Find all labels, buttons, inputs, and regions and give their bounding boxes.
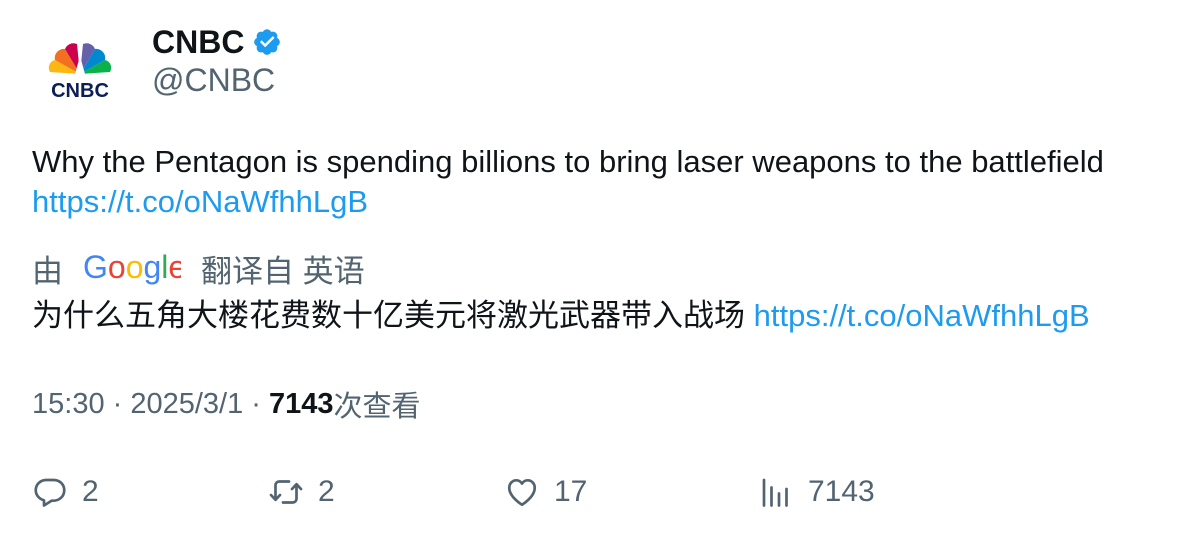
retweet-count: 2: [318, 475, 335, 508]
translation-attribution: 由 Google 翻译自 英语: [32, 248, 365, 289]
reply-icon: [34, 478, 66, 507]
views-count: 7143: [808, 475, 875, 508]
translated-tweet-link[interactable]: https://t.co/oNaWfhhLgB: [754, 298, 1090, 333]
author-handle[interactable]: @CNBC: [152, 62, 275, 99]
meta-views-label: 次查看: [333, 391, 421, 423]
tweet-text: Why the Pentagon is spending billions to…: [32, 142, 1172, 222]
translated-from-label: 翻译自 英语: [201, 253, 365, 289]
like-count: 17: [554, 475, 588, 508]
retweet-button[interactable]: 2: [268, 470, 335, 514]
analytics-icon: [762, 478, 788, 507]
tweet-time[interactable]: 15:30: [32, 388, 105, 421]
heart-icon: [507, 478, 537, 507]
translated-by-label: 由: [32, 253, 63, 289]
tweet-actions: 2 2 17 7143: [0, 470, 1196, 514]
author-name-row: CNBC: [152, 22, 282, 62]
reply-button[interactable]: 2: [32, 470, 99, 514]
retweet-icon: [269, 480, 303, 504]
tweet-meta: 15:30 · 2025/3/1 · 7143 次查看: [32, 384, 421, 424]
cnbc-peacock-logo: CNBC: [48, 43, 112, 102]
google-logo-text: Google: [83, 251, 181, 285]
google-logo: Google: [83, 251, 181, 285]
translated-tweet-text: 为什么五角大楼花费数十亿美元将激光武器带入战场 https://t.co/oNa…: [32, 296, 1172, 336]
views-button[interactable]: 7143: [758, 470, 875, 514]
meta-separator: ·: [104, 387, 131, 420]
reply-count: 2: [82, 475, 99, 508]
translated-text-body: 为什么五角大楼花费数十亿美元将激光武器带入战场: [32, 298, 745, 333]
meta-separator: ·: [243, 387, 270, 420]
meta-views-count: 7143: [269, 387, 334, 420]
tweet-link[interactable]: https://t.co/oNaWfhhLgB: [32, 184, 368, 219]
cnbc-logo-text: CNBC: [51, 80, 109, 102]
verified-badge-icon[interactable]: [252, 27, 282, 57]
tweet-date[interactable]: 2025/3/1: [130, 388, 243, 421]
like-button[interactable]: 17: [504, 470, 587, 514]
avatar[interactable]: CNBC: [32, 26, 128, 122]
author-display-name[interactable]: CNBC: [152, 24, 244, 61]
tweet-text-body: Why the Pentagon is spending billions to…: [32, 144, 1104, 179]
